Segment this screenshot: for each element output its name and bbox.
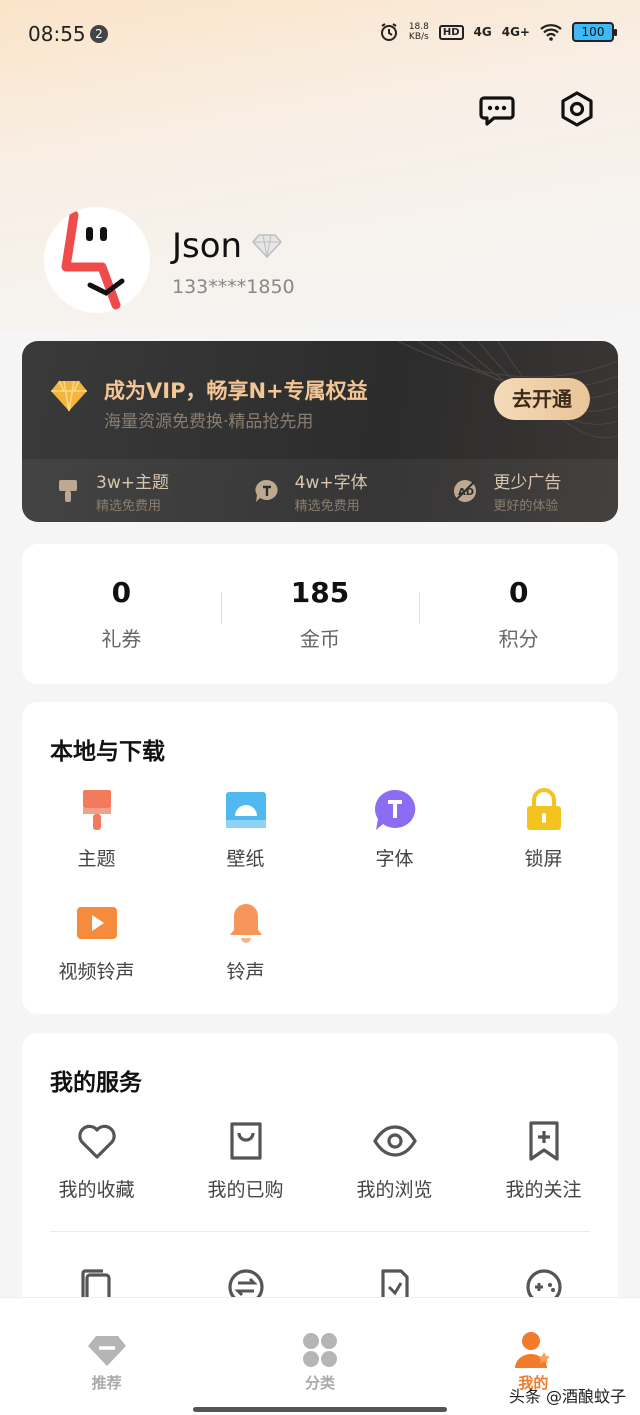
perk-subtitle: 精选免费用 [294,498,360,514]
item-label: 主题 [77,848,116,870]
alarm-icon [380,23,397,41]
vip-diamond-icon [51,380,87,412]
stat-value: 185 [290,576,350,609]
perk-title: 3w+主题 [96,472,169,493]
grid-nav-icon [302,1333,337,1367]
stat-value: 0 [508,576,529,609]
bell-icon [229,904,262,943]
service-following[interactable]: 我的关注 [469,1117,618,1230]
item-label: 字体 [375,848,414,870]
user-nav-icon [515,1332,551,1368]
service-history[interactable]: 我的浏览 [320,1117,469,1230]
my-services-card: 我的服务 我的收藏 我的已购 我的浏览 我的关注 [22,1033,618,1333]
header-actions [478,90,596,128]
stat-label: 礼券 [101,627,142,651]
username: Json [172,226,243,266]
username-row[interactable]: Json [172,226,283,266]
hd-badge: HD [438,24,464,40]
bookmark-plus-icon [528,1121,559,1161]
vip-card[interactable]: 成为VIP，畅享N+专属权益 海量资源免费换·精品抢先用 去开通 3w+主题 精… [22,341,618,522]
avatar[interactable] [44,207,150,313]
video-ringtone-icon [76,907,117,939]
services-divider [50,1231,590,1232]
local-item-ringtone[interactable]: 铃声 [171,899,320,1012]
perk-no-ads[interactable]: AD 更少广告 更好的体验 [419,459,618,522]
item-label: 壁纸 [226,848,265,870]
local-item-theme[interactable]: 主题 [22,786,171,899]
vip-diamond-gray-icon [252,234,283,259]
signal-4g: 4G [473,25,492,39]
item-label: 视频铃声 [58,961,135,983]
local-grid: 主题 壁纸 字体 锁屏 视频铃声 铃声 [22,786,618,1012]
wifi-icon [540,24,562,41]
vip-subtitle: 海量资源免费换·精品抢先用 [104,412,314,432]
stat-coins[interactable]: 185 金币 [220,576,420,652]
font-icon [255,479,278,502]
theme-brush-icon [82,790,111,830]
perk-fonts[interactable]: 4w+字体 精选免费用 [221,459,420,522]
perk-title: 更少广告 [493,472,562,493]
status-indicators: 18.8 KB/s HD 4G 4G+ 100 [379,22,617,42]
local-item-wallpaper[interactable]: 壁纸 [171,786,320,899]
item-label: 我的已购 [207,1179,284,1201]
service-favorites[interactable]: 我的收藏 [22,1117,171,1230]
section-title: 我的服务 [50,1070,142,1096]
battery-indicator: 100 [572,22,617,42]
services-grid: 我的收藏 我的已购 我的浏览 我的关注 [22,1117,618,1230]
home-indicator[interactable] [193,1407,447,1412]
item-label: 我的收藏 [58,1179,135,1201]
item-label: 铃声 [226,961,265,983]
perk-title: 4w+字体 [294,472,368,493]
avatar-face-icon [61,210,125,310]
signal-4g-plus: 4G+ [501,25,530,39]
local-item-lockscreen[interactable]: 锁屏 [469,786,618,899]
nav-label: 分类 [304,1374,335,1392]
local-item-video-ringtone[interactable]: 视频铃声 [22,899,171,1012]
nav-recommend[interactable]: 推荐 [0,1298,213,1415]
item-label: 锁屏 [524,848,563,870]
brush-icon [59,479,77,502]
stat-label: 金币 [300,627,340,651]
no-ad-icon: AD [454,479,477,502]
service-purchased[interactable]: 我的已购 [171,1117,320,1230]
settings-icon[interactable] [558,90,596,128]
local-item-font[interactable]: 字体 [320,786,469,899]
watermark: 头条 @酒酿蚊子 [508,1387,626,1406]
stat-value: 0 [111,576,132,609]
phone-number: 133****1850 [172,276,295,298]
status-bar: 08:55 2 18.8 KB/s HD 4G 4G+ 100 [0,0,640,68]
heart-icon [77,1124,116,1159]
perk-themes[interactable]: 3w+主题 精选免费用 [22,459,221,522]
diamond-nav-icon [87,1336,126,1366]
message-icon[interactable] [478,90,516,128]
nav-label: 推荐 [91,1374,122,1392]
perk-subtitle: 更好的体验 [493,498,559,514]
notification-count-badge: 2 [90,25,108,43]
font-icon [374,789,415,830]
lock-icon [526,788,561,830]
eye-icon [372,1125,417,1157]
shopping-bag-icon [229,1122,262,1160]
stat-points[interactable]: 0 积分 [419,576,618,652]
stat-label: 积分 [498,627,539,651]
item-label: 我的浏览 [356,1179,433,1201]
item-label: 我的关注 [505,1179,582,1201]
local-downloads-card: 本地与下载 主题 壁纸 字体 锁屏 视频铃声 铃声 [22,702,618,1014]
network-speed: 18.8 KB/s [408,22,429,42]
stat-coupons[interactable]: 0 礼券 [22,576,221,652]
open-vip-button[interactable]: 去开通 [494,378,590,420]
wallpaper-icon [225,792,266,828]
section-title: 本地与下载 [50,739,165,765]
vip-title: 成为VIP，畅享N+专属权益 [104,379,368,403]
status-time: 08:55 [28,22,86,46]
nav-category[interactable]: 分类 [213,1298,426,1415]
stats-card: 0 礼券 185 金币 0 积分 [22,544,618,684]
vip-perks: 3w+主题 精选免费用 4w+字体 精选免费用 AD 更少广告 更好的体验 [22,459,618,522]
perk-subtitle: 精选免费用 [96,498,162,514]
